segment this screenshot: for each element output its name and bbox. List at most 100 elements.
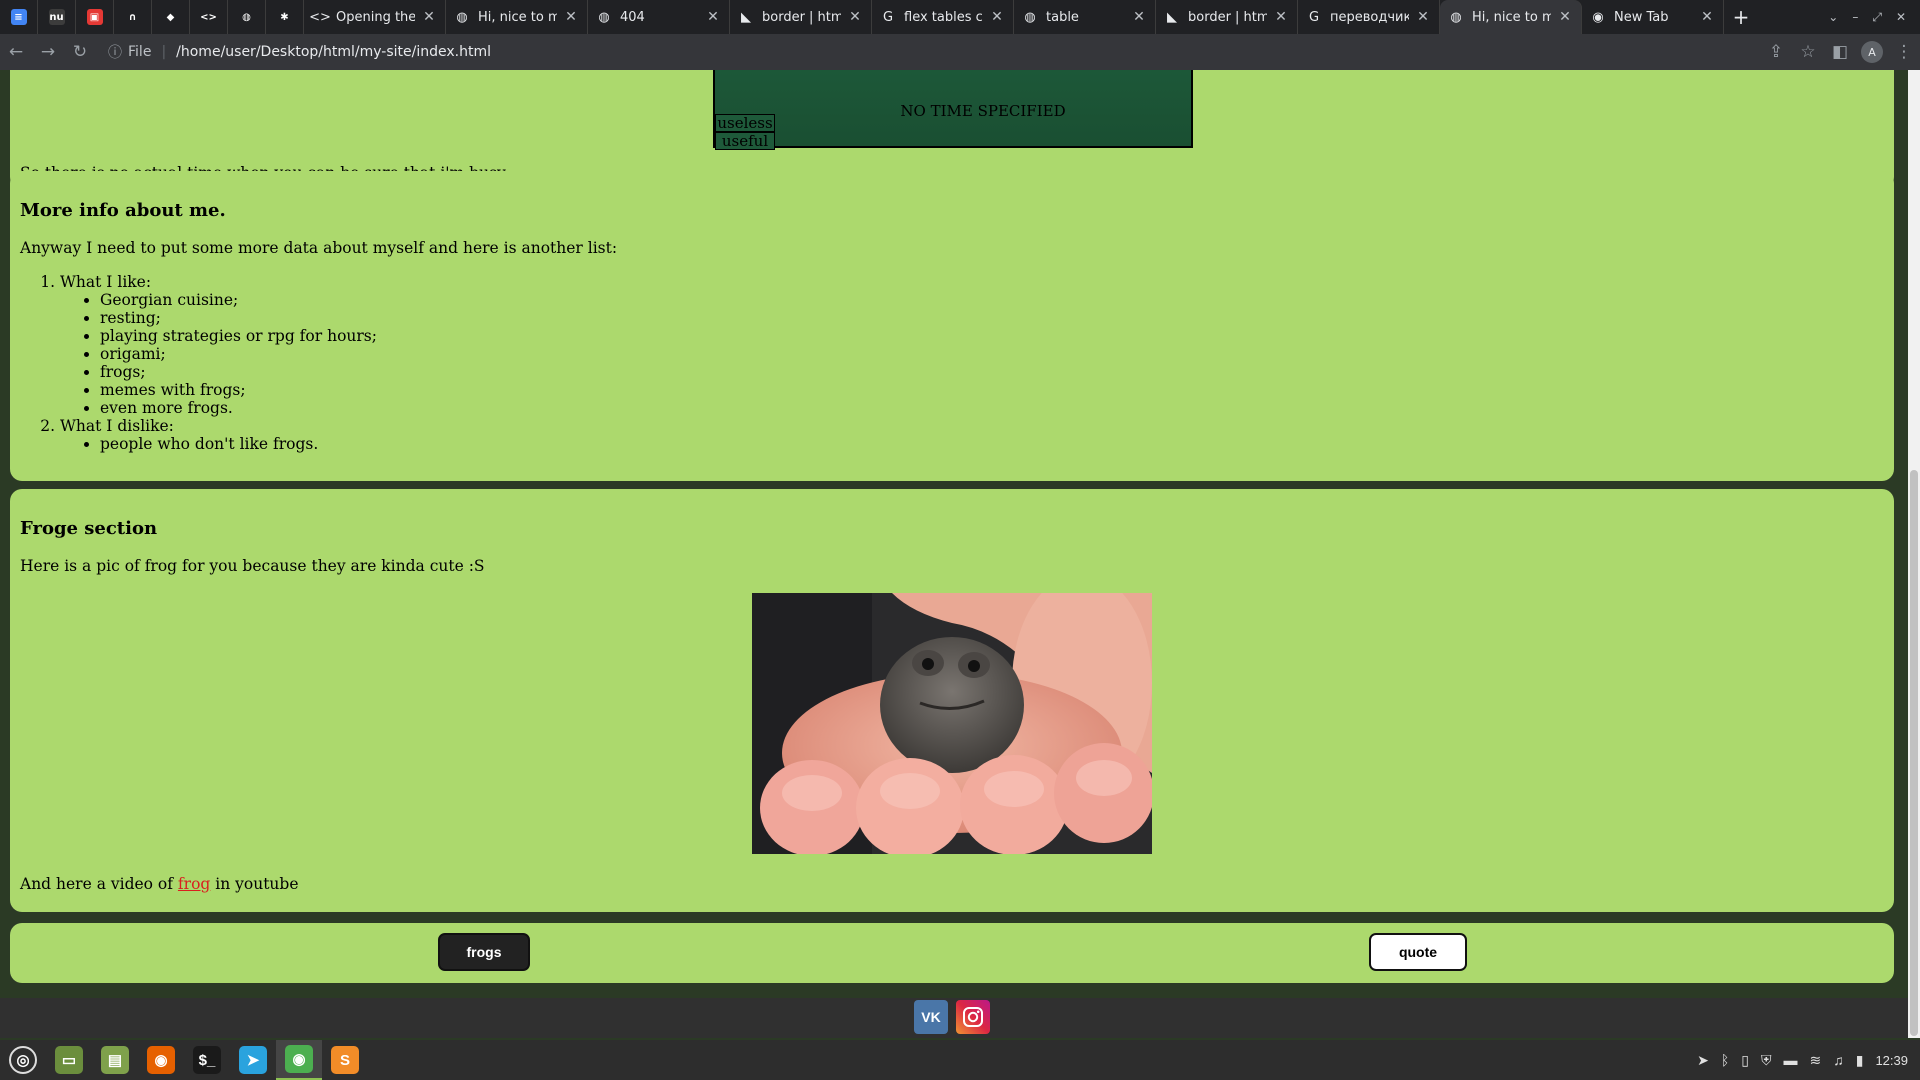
globe-icon: ◍ xyxy=(1450,9,1462,25)
reload-icon[interactable]: ↻ xyxy=(64,36,96,68)
wifi-icon[interactable]: ≋ xyxy=(1810,1052,1822,1069)
taskbar-app[interactable]: ◉ xyxy=(276,1040,322,1080)
browser-tab[interactable]: ◣ border | htm ✕ xyxy=(1156,0,1298,34)
telegram-tray-icon[interactable]: ➤ xyxy=(1697,1052,1709,1069)
keyboard-layout-flag-icon[interactable]: ▬ xyxy=(1784,1052,1798,1068)
scrollbar-thumb[interactable] xyxy=(1910,470,1918,1036)
battery-icon[interactable]: ▮ xyxy=(1856,1052,1864,1069)
files-icon: ▤ xyxy=(101,1046,129,1074)
mdn-icon: ◣ xyxy=(1167,9,1177,25)
taskbar-app[interactable]: ◎ xyxy=(0,1040,46,1080)
browser-tab[interactable]: ◉ New Tab ✕ xyxy=(1582,0,1724,34)
browser-tab[interactable]: ◍ Hi, nice to me ✕ xyxy=(446,0,588,34)
docs-icon: ≡ xyxy=(10,9,27,25)
profile-button[interactable]: A xyxy=(1856,36,1888,68)
side-panel-icon[interactable]: ◧ xyxy=(1824,36,1856,68)
desktop-icon: ▭ xyxy=(55,1046,83,1074)
sound-icon[interactable]: ♫ xyxy=(1833,1052,1844,1068)
video-text: And here a video of frog in youtube xyxy=(20,875,299,893)
vk-icon[interactable]: VK xyxy=(914,1000,948,1034)
close-tab-icon[interactable]: ✕ xyxy=(1699,9,1715,25)
page-scrollbar[interactable] xyxy=(1908,70,1920,1038)
pinned-tab[interactable]: nu xyxy=(38,0,76,34)
taskbar-app[interactable]: $_ xyxy=(184,1040,230,1080)
browser-tab[interactable]: ◣ border | htm ✕ xyxy=(730,0,872,34)
page-viewport: useless useful NO TIME SPECIFIED So ther… xyxy=(0,70,1908,1038)
quote-button[interactable]: quote xyxy=(1369,933,1467,971)
address-bar[interactable]: ⓘ File | /home/user/Desktop/html/my-site… xyxy=(104,38,1752,66)
back-icon[interactable]: ← xyxy=(0,36,32,68)
new-tab-button[interactable]: + xyxy=(1724,0,1758,34)
bluetooth-icon[interactable]: ᛒ xyxy=(1721,1052,1729,1068)
green-spiral-icon: ∩ xyxy=(124,9,141,25)
pinned-tab[interactable]: <> xyxy=(190,0,228,34)
maximize-icon[interactable]: ⤢ xyxy=(1872,10,1882,25)
scheme-separator: | xyxy=(161,44,167,60)
globe-icon: ◍ xyxy=(598,9,610,25)
globe-icon: ◍ xyxy=(1024,9,1036,25)
taskbar-app[interactable]: ▤ xyxy=(92,1040,138,1080)
minimize-icon[interactable]: – xyxy=(1852,10,1858,24)
instagram-icon[interactable] xyxy=(956,1000,990,1034)
close-tab-icon[interactable]: ✕ xyxy=(1273,9,1289,25)
clipboard-icon[interactable]: ▯ xyxy=(1741,1052,1749,1069)
close-tab-icon[interactable]: ✕ xyxy=(421,9,437,25)
chrome-icon: ◉ xyxy=(285,1045,313,1073)
list-item: playing strategies or rpg for hours; xyxy=(100,327,377,345)
froge-heading: Froge section xyxy=(20,518,158,539)
share-icon[interactable]: ⇪ xyxy=(1760,36,1792,68)
frogs-button[interactable]: frogs xyxy=(438,933,530,971)
frog-image xyxy=(752,593,1152,854)
close-tab-icon[interactable]: ✕ xyxy=(989,9,1005,25)
tab-search-icon[interactable]: ⌄ xyxy=(1828,10,1838,24)
red-app-icon: ▣ xyxy=(86,9,103,25)
list-item: frogs; xyxy=(100,363,377,381)
close-tab-icon[interactable]: ✕ xyxy=(847,9,863,25)
taskbar-app[interactable]: ▭ xyxy=(46,1040,92,1080)
more-info-heading: More info about me. xyxy=(20,200,226,221)
more-info-intro: Anyway I need to put some more data abou… xyxy=(20,239,618,257)
forward-icon[interactable]: → xyxy=(32,36,64,68)
close-window-icon[interactable]: ✕ xyxy=(1896,10,1906,24)
browser-tab[interactable]: <> Opening the ✕ xyxy=(304,0,446,34)
close-tab-icon[interactable]: ✕ xyxy=(563,9,579,25)
pinned-tab[interactable]: ◆ xyxy=(152,0,190,34)
pinned-tab[interactable]: ≡ xyxy=(0,0,38,34)
clock[interactable]: 12:39 xyxy=(1875,1053,1908,1068)
site-info-icon[interactable]: ⓘ xyxy=(108,42,122,62)
taskbar-app[interactable]: ➤ xyxy=(230,1040,276,1080)
browser-tab[interactable]: ◍ Hi, nice to me ✕ xyxy=(1440,0,1582,34)
mdn-icon: ◣ xyxy=(741,9,751,25)
video-text-after: in youtube xyxy=(210,875,299,893)
close-tab-icon[interactable]: ✕ xyxy=(1557,9,1573,25)
firefox-icon: ◉ xyxy=(147,1046,175,1074)
browser-tab[interactable]: ◍ table ✕ xyxy=(1014,0,1156,34)
browser-tab[interactable]: ◍ 404 ✕ xyxy=(588,0,730,34)
url-text[interactable]: /home/user/Desktop/html/my-site/index.ht… xyxy=(176,44,491,60)
close-tab-icon[interactable]: ✕ xyxy=(1131,9,1147,25)
social-footer: VK xyxy=(0,998,1908,1038)
browser-tab[interactable]: Gflex tables c ✕ xyxy=(872,0,1014,34)
browser-tab[interactable]: Gпереводчик ✕ xyxy=(1298,0,1440,34)
tab-title: Hi, nice to me xyxy=(1472,9,1551,25)
more-info-card: More info about me. Anyway I need to put… xyxy=(10,171,1894,481)
list-item: What I like: Georgian cuisine;resting;pl… xyxy=(60,273,377,417)
tab-title: table xyxy=(1046,9,1079,25)
taskbar-app[interactable]: ◉ xyxy=(138,1040,184,1080)
tab-title: Opening the xyxy=(336,9,415,25)
pinned-tab[interactable]: ✱ xyxy=(266,0,304,34)
pinned-tab[interactable]: ◍ xyxy=(228,0,266,34)
shield-icon[interactable]: ⛨ xyxy=(1761,1052,1772,1069)
pinned-tab[interactable]: ▣ xyxy=(76,0,114,34)
list-item: Georgian cuisine; xyxy=(100,291,377,309)
frog-video-link[interactable]: frog xyxy=(178,875,210,893)
close-tab-icon[interactable]: ✕ xyxy=(1415,9,1431,25)
close-tab-icon[interactable]: ✕ xyxy=(705,9,721,25)
asterisk-icon: ✱ xyxy=(276,9,293,25)
bookmark-star-icon[interactable]: ☆ xyxy=(1792,36,1824,68)
pinned-tab[interactable]: ∩ xyxy=(114,0,152,34)
tab-title: flex tables c xyxy=(904,9,983,25)
menu-icon[interactable]: ⋮ xyxy=(1888,36,1920,68)
globe-icon: ◍ xyxy=(456,9,468,25)
taskbar-app[interactable]: S xyxy=(322,1040,368,1080)
